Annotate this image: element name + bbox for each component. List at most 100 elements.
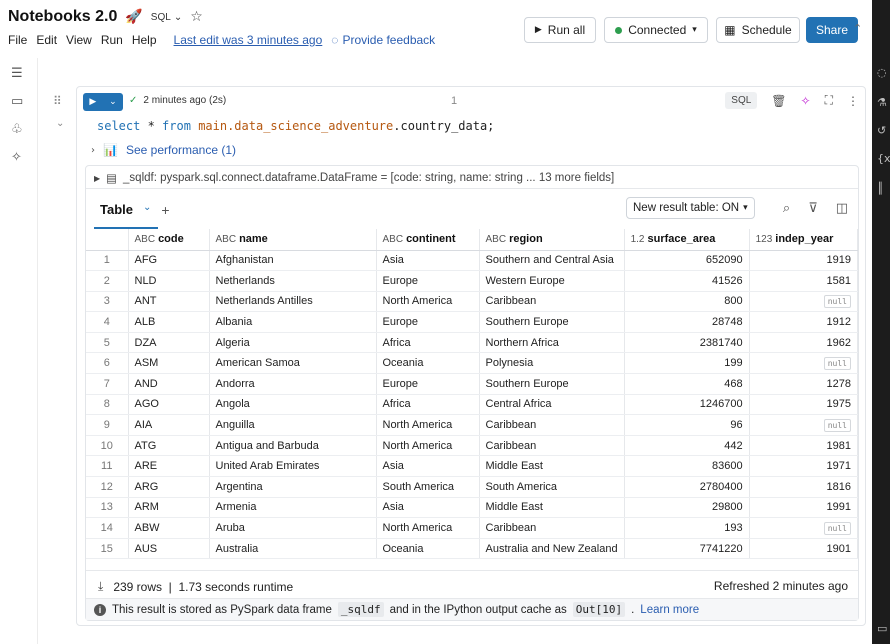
table-row[interactable]: 11 ARE United Arab Emirates Asia Middle East…	[86, 455, 859, 478]
table-cell[interactable]: Andorra	[209, 373, 377, 395]
table-cell[interactable]: North America	[376, 291, 480, 313]
table-cell[interactable]: Afghanistan	[209, 250, 377, 272]
table-row[interactable]: 3 ANT Netherlands Antilles North America Car…	[86, 291, 859, 313]
column-header[interactable]: ABC code	[128, 229, 210, 251]
table-cell[interactable]: 1975	[749, 394, 859, 416]
table-cell[interactable]: Southern Europe	[479, 311, 625, 333]
row-index[interactable]: 5	[86, 332, 129, 354]
table-cell[interactable]: 41526	[624, 270, 750, 292]
row-index[interactable]: 7	[86, 373, 129, 395]
trash-icon[interactable]: 🗑	[771, 94, 786, 108]
table-cell[interactable]: ARE	[128, 455, 210, 478]
row-index[interactable]: 1	[86, 250, 129, 272]
download-icon[interactable]: ⤓	[98, 579, 103, 594]
table-cell[interactable]: 1962	[749, 332, 859, 354]
language-selector[interactable]: SQL ⌄	[151, 12, 182, 23]
table-row[interactable]: 8 AGO Angola Africa Central Africa 1246700 197…	[86, 394, 859, 416]
row-index[interactable]: 8	[86, 394, 129, 416]
table-cell[interactable]: South America	[479, 476, 625, 498]
table-cell[interactable]: 7741220	[624, 538, 750, 560]
row-index[interactable]: 14	[86, 517, 129, 539]
table-cell[interactable]: 1246700	[624, 394, 750, 416]
table-cell[interactable]: North America	[376, 414, 480, 436]
table-cell[interactable]: Australia	[209, 538, 377, 560]
table-cell[interactable]: Southern Europe	[479, 373, 625, 395]
libraries-icon[interactable]: ║	[877, 182, 884, 195]
table-cell[interactable]: Northern Africa	[479, 332, 625, 354]
table-cell[interactable]: Middle East	[479, 497, 625, 519]
table-row[interactable]: 4 ALB Albania Europe Southern Europe 28748 191…	[86, 311, 859, 333]
table-cell[interactable]: Australia and New Zealand	[479, 538, 625, 560]
table-cell[interactable]: ATG	[128, 435, 210, 457]
table-cell[interactable]: AND	[128, 373, 210, 395]
row-index[interactable]: 10	[86, 435, 129, 457]
table-cell[interactable]: 29800	[624, 497, 750, 519]
filter-icon[interactable]: ⊽	[808, 201, 818, 216]
dataframe-description[interactable]: ▶ ▤ _sqldf: pyspark.sql.connect.datafram…	[94, 171, 614, 185]
table-cell[interactable]: Middle East	[479, 455, 625, 478]
run-cell-button[interactable]: ▶ ⌄	[83, 93, 123, 111]
table-cell[interactable]: Netherlands	[209, 270, 377, 292]
drag-handle-icon[interactable]: ⠿	[53, 94, 62, 108]
table-cell[interactable]: DZA	[128, 332, 210, 354]
table-cell[interactable]: ANT	[128, 291, 210, 313]
table-cell[interactable]: 1912	[749, 311, 859, 333]
assistant-sparkle-icon[interactable]: ✧	[801, 94, 811, 108]
table-cell[interactable]: 1991	[749, 497, 859, 519]
table-row[interactable]: 7 AND Andorra Europe Southern Europe 468 1278	[86, 373, 859, 395]
menu-help[interactable]: Help	[132, 33, 157, 47]
table-cell[interactable]: 83600	[624, 455, 750, 478]
collapse-cell-icon[interactable]: ⌄	[56, 118, 64, 129]
table-row[interactable]: 15 AUS Australia Oceania Australia and New Z…	[86, 538, 859, 560]
table-cell[interactable]: Africa	[376, 332, 480, 354]
table-cell[interactable]: Oceania	[376, 352, 480, 375]
table-cell[interactable]: Central Africa	[479, 394, 625, 416]
table-cell[interactable]: South America	[376, 476, 480, 498]
table-row[interactable]: 10 ATG Antigua and Barbuda North America Car…	[86, 435, 859, 457]
menu-view[interactable]: View	[66, 33, 92, 47]
table-cell[interactable]: Asia	[376, 250, 480, 272]
table-cell[interactable]: 1901	[749, 538, 859, 560]
side-panel-icon[interactable]: ◫	[836, 201, 848, 216]
table-cell[interactable]: Algeria	[209, 332, 377, 354]
table-cell[interactable]: 28748	[624, 311, 750, 333]
table-cell[interactable]: Europe	[376, 311, 480, 333]
schedule-button[interactable]: ▦ Schedule	[716, 17, 800, 43]
column-header[interactable]: ABC name	[209, 229, 377, 251]
table-cell[interactable]: 1581	[749, 270, 859, 292]
table-cell[interactable]: Aruba	[209, 517, 377, 539]
notebook-title[interactable]: Notebooks 2.0	[8, 8, 117, 26]
table-cell[interactable]: ARG	[128, 476, 210, 498]
share-button[interactable]: Share	[806, 17, 858, 43]
table-cell[interactable]: Armenia	[209, 497, 377, 519]
table-row[interactable]: 14 ABW Aruba North America Caribbean 193 null	[86, 517, 859, 539]
table-cell[interactable]: ALB	[128, 311, 210, 333]
table-of-contents-icon[interactable]: ☰	[11, 66, 23, 81]
table-cell[interactable]: Caribbean	[479, 414, 625, 436]
table-row[interactable]: 6 ASM American Samoa Oceania Polynesia 199 nul…	[86, 352, 859, 375]
table-cell[interactable]: Polynesia	[479, 352, 625, 375]
tab-table[interactable]: Table ⌄ +	[100, 202, 170, 218]
add-tab-icon[interactable]: +	[161, 202, 169, 218]
table-cell[interactable]: ABW	[128, 517, 210, 539]
table-cell[interactable]: ASM	[128, 352, 210, 375]
new-result-table-toggle[interactable]: New result table: ON ▾	[626, 197, 755, 219]
table-cell[interactable]: 1919	[749, 250, 859, 272]
search-icon[interactable]: ⌕	[783, 201, 790, 216]
table-cell[interactable]: Caribbean	[479, 291, 625, 313]
table-cell[interactable]: Asia	[376, 455, 480, 478]
provide-feedback-link[interactable]: ◌ Provide feedback	[331, 33, 435, 47]
table-cell[interactable]: 800	[624, 291, 750, 313]
table-row[interactable]: 5 DZA Algeria Africa Northern Africa 2381740 1…	[86, 332, 859, 354]
menu-file[interactable]: File	[8, 33, 27, 47]
table-cell[interactable]: American Samoa	[209, 352, 377, 375]
table-cell[interactable]: AIA	[128, 414, 210, 436]
table-cell[interactable]: 1971	[749, 455, 859, 478]
row-index[interactable]: 3	[86, 291, 129, 313]
collapse-header-icon[interactable]: ⌃	[853, 22, 862, 35]
menu-run[interactable]: Run	[101, 33, 123, 47]
table-cell[interactable]: ARM	[128, 497, 210, 519]
table-cell[interactable]: 1816	[749, 476, 859, 498]
catalog-icon[interactable]: ♧	[11, 122, 23, 137]
table-cell[interactable]: Netherlands Antilles	[209, 291, 377, 313]
